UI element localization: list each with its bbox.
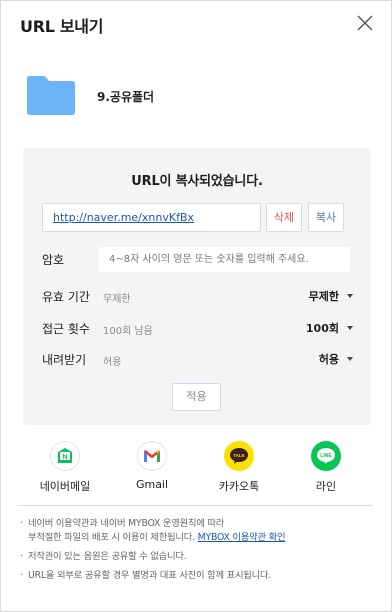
share-targets: N 네이버메일 Gmail TALK 카카오톡 LINE 라인 <box>1 441 391 496</box>
notice-list: · 네이버 이용약관과 네이버 MYBOX 운영원칙에 따라 부적절한 파일의 … <box>20 517 370 588</box>
line-icon: LINE <box>311 441 341 471</box>
dialog-header: URL 보내기 <box>1 1 391 49</box>
svg-text:LINE: LINE <box>320 453 332 459</box>
copied-message: URL이 복사되었습니다. <box>131 174 263 189</box>
access-count-label: 접근 횟수 <box>42 322 90 336</box>
folder-name: 9.공유폴더 <box>97 90 155 104</box>
shared-folder: 9.공유폴더 <box>27 75 357 117</box>
access-count-current: 100회 남음 <box>103 326 153 337</box>
chevron-down-icon <box>347 357 353 361</box>
copy-url-button[interactable]: 복사 <box>308 203 344 232</box>
chevron-down-icon <box>347 294 353 298</box>
notice-text: 네이버 이용약관과 네이버 MYBOX 운영원칙에 따라 <box>28 518 225 529</box>
url-field[interactable]: http://naver.me/xnnvKfBx <box>42 203 261 232</box>
password-input[interactable] <box>99 247 350 272</box>
notice-text: URL을 외부로 공유할 경우 별명과 대표 사진이 함께 표시됩니다. <box>28 570 272 581</box>
notice-text: 저작권이 있는 음원은 공유할 수 없습니다. <box>28 551 187 562</box>
notice-item: · URL을 외부로 공유할 경우 별명과 대표 사진이 함께 표시됩니다. <box>20 570 272 581</box>
expiry-current: 무제한 <box>103 294 131 305</box>
expiry-label: 유효 기간 <box>42 290 90 304</box>
share-naver-mail[interactable]: N 네이버메일 <box>25 441 105 494</box>
gmail-icon <box>137 441 167 471</box>
share-gmail[interactable]: Gmail <box>112 441 192 491</box>
access-count-selected: 100회 <box>305 322 339 335</box>
notice-text: 부적절한 파일의 배포 시 이용이 제한됩니다. <box>28 532 195 543</box>
chevron-down-icon <box>347 326 353 330</box>
share-label: 카카오톡 <box>218 480 260 493</box>
divider <box>17 505 373 506</box>
kakaotalk-icon: TALK <box>224 441 254 471</box>
dialog-title: URL 보내기 <box>20 17 104 36</box>
terms-link[interactable]: MYBOX 이용약관 확인 <box>198 532 286 543</box>
svg-text:TALK: TALK <box>233 453 245 458</box>
notice-item: · 저작권이 있는 음원은 공유할 수 없습니다. <box>20 551 187 562</box>
download-label: 내려받기 <box>42 353 87 367</box>
expiry-selected: 무제한 <box>308 290 339 303</box>
notice-item: · 네이버 이용약관과 네이버 MYBOX 운영원칙에 따라 부적절한 파일의 … <box>20 518 286 543</box>
url-settings-panel: URL이 복사되었습니다. http://naver.me/xnnvKfBx 삭… <box>23 148 371 425</box>
svg-text:N: N <box>62 454 67 461</box>
url-share-dialog: URL 보내기 9.공유폴더 URL이 복사되었습니다. http://nave… <box>0 0 392 612</box>
naver-mail-icon: N <box>50 441 80 471</box>
share-label: Gmail <box>135 478 169 491</box>
share-url-link[interactable]: http://naver.me/xnnvKfBx <box>53 211 194 224</box>
share-kakaotalk[interactable]: TALK 카카오톡 <box>199 441 279 494</box>
share-line[interactable]: LINE 라인 <box>286 441 366 494</box>
access-count-select[interactable]: 100회 <box>306 320 353 336</box>
close-icon[interactable] <box>355 13 375 33</box>
download-selected: 허용 <box>318 353 339 366</box>
apply-button[interactable]: 적용 <box>172 383 221 411</box>
folder-icon <box>27 75 75 115</box>
password-label: 암호 <box>42 253 65 267</box>
download-current: 허용 <box>103 357 122 368</box>
share-label: 네이버메일 <box>39 480 91 493</box>
delete-url-button[interactable]: 삭제 <box>266 203 302 232</box>
share-label: 라인 <box>315 480 337 493</box>
expiry-select[interactable]: 무제한 <box>309 288 353 304</box>
download-select[interactable]: 허용 <box>319 351 353 367</box>
